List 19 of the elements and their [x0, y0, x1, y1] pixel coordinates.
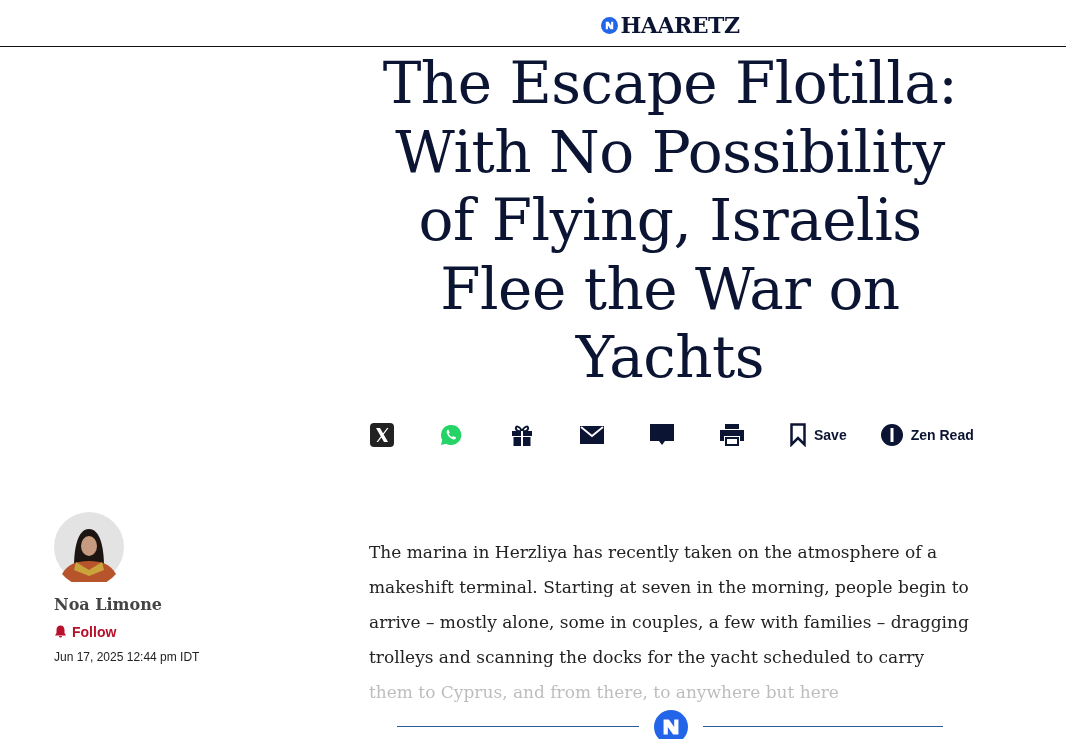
author-avatar — [54, 511, 124, 582]
bell-icon — [54, 625, 67, 638]
save-button[interactable]: Save — [790, 421, 847, 448]
article-title: The Escape Flotilla: With No Possibility of Flying, Israelis Flee the War on Yachts — [381, 49, 959, 392]
site-logo[interactable]: HAARETZ — [620, 12, 740, 38]
logo-icon — [600, 16, 618, 34]
follow-button[interactable]: Follow — [54, 623, 117, 640]
publish-date: Jun 17, 2025 12:44 pm IDT — [54, 649, 200, 664]
author-name[interactable]: Noa Limone — [54, 594, 162, 614]
article-paragraph: The marina in Herzliya has recently taken on the atmosphere of a makeshift terminal. Starting at seven in the morning, people begin to arrive – mostly alone, some in couples, a few with families – dragging trolleys and scanning the docks for the yacht scheduled to carry them to Cyprus, and from there, to anywhere but here — [369, 540, 969, 704]
zen-mode-icon — [880, 423, 903, 446]
envelope-icon — [580, 425, 604, 444]
comment-icon — [650, 423, 674, 446]
bookmark-icon — [790, 422, 806, 447]
zen-read-button[interactable]: Zen Read — [880, 421, 974, 448]
printer-icon — [720, 423, 744, 446]
logo-mark-icon — [654, 709, 688, 739]
x-logo-icon — [370, 422, 394, 447]
chat-bubble-phone-icon — [440, 423, 462, 446]
